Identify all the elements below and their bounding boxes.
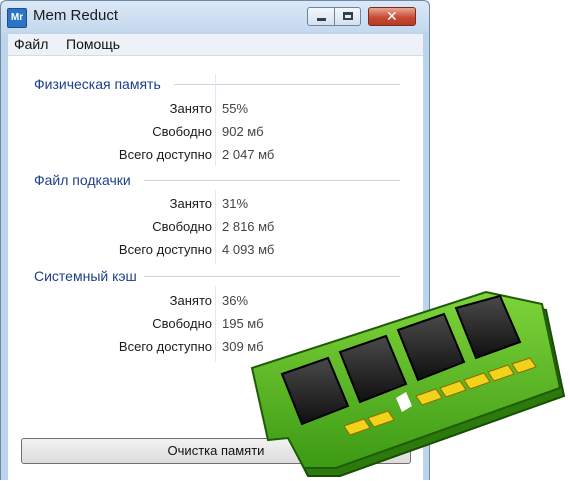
- row-label: Свободно: [152, 219, 212, 234]
- menu-bar: Файл Помощь: [8, 34, 423, 56]
- row-label: Занято: [169, 101, 212, 116]
- row-value: 2 047 мб: [222, 147, 275, 162]
- maximize-icon: [343, 12, 353, 20]
- column-divider: [215, 190, 216, 264]
- row-label: Свободно: [152, 124, 212, 139]
- maximize-button[interactable]: [334, 7, 361, 26]
- column-divider: [215, 74, 216, 166]
- row-value: 55%: [222, 101, 249, 116]
- row-label: Занято: [169, 196, 212, 211]
- row-value: 36%: [222, 293, 249, 308]
- window-title: Mem Reduct: [33, 7, 119, 24]
- column-divider: [215, 286, 216, 362]
- row-value: 31%: [222, 196, 249, 211]
- row-label: Занято: [169, 293, 212, 308]
- minimize-icon: [317, 18, 326, 21]
- minimize-button[interactable]: [307, 7, 335, 26]
- close-icon: ✕: [386, 8, 398, 24]
- row-value: 902 мб: [222, 124, 264, 139]
- menu-help[interactable]: Помощь: [66, 36, 120, 52]
- ram-module-icon: [250, 290, 566, 477]
- section-title-pagefile: Файл подкачки: [34, 172, 131, 188]
- section-divider: [144, 276, 400, 277]
- app-icon[interactable]: Mr: [7, 8, 27, 28]
- row-label: Всего доступно: [118, 339, 212, 354]
- title-bar[interactable]: Mr Mem Reduct ✕: [1, 1, 429, 33]
- row-label: Свободно: [152, 316, 212, 331]
- row-value: 2 816 мб: [222, 219, 275, 234]
- close-button[interactable]: ✕: [368, 7, 416, 26]
- section-divider: [144, 180, 400, 181]
- row-value: 4 093 мб: [222, 242, 275, 257]
- menu-file[interactable]: Файл: [14, 36, 48, 52]
- section-divider: [174, 84, 400, 85]
- section-title-cache: Системный кэш: [34, 268, 137, 284]
- row-label: Всего доступно: [118, 242, 212, 257]
- row-label: Всего доступно: [118, 147, 212, 162]
- section-title-physical: Физическая память: [34, 76, 161, 92]
